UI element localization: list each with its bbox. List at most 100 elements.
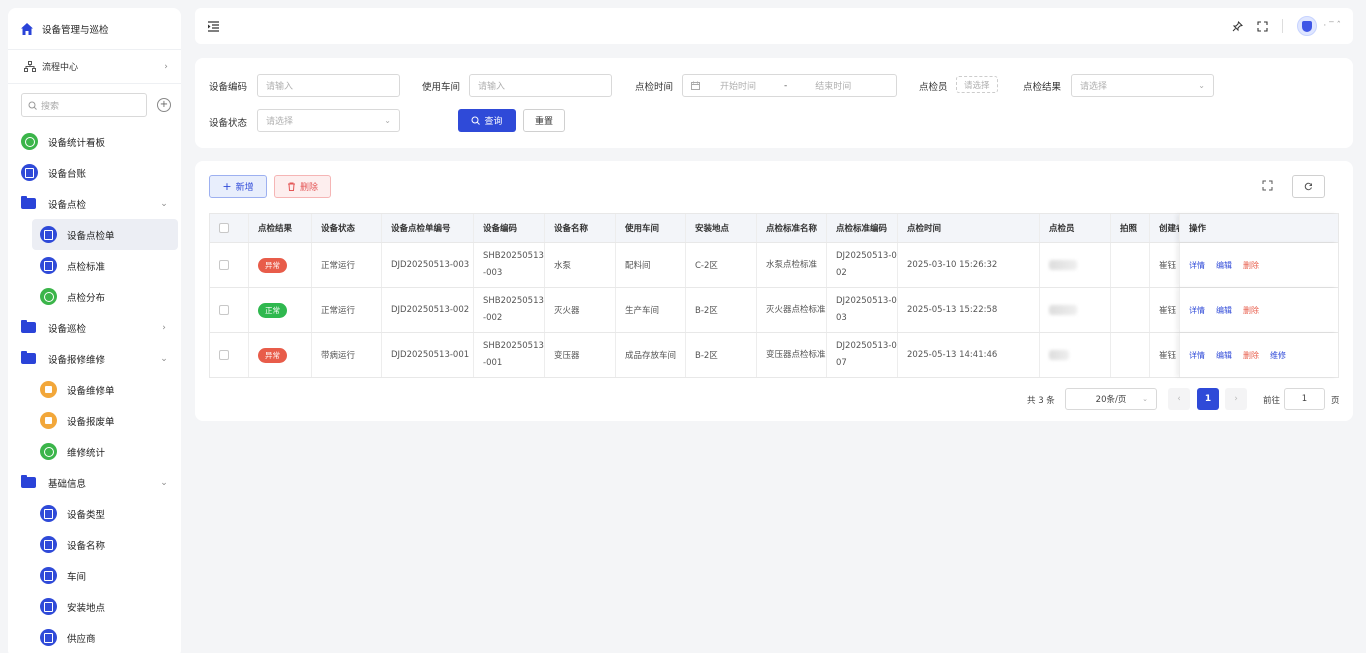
- detail-link[interactable]: 详情: [1189, 350, 1205, 361]
- refresh-button[interactable]: [1292, 175, 1325, 198]
- sidebar-item-repair-order[interactable]: 设备维修单: [8, 374, 181, 405]
- search-input[interactable]: 搜索: [21, 93, 147, 117]
- blurred-name: [1049, 260, 1077, 270]
- document-icon: [21, 164, 38, 181]
- sidebar-item-label: 车间: [67, 571, 87, 583]
- sidebar-group-repair[interactable]: 设备报修维修 ⌄: [8, 343, 181, 374]
- ops-cell: 详情 编辑 删除: [1179, 288, 1338, 332]
- fullscreen-icon[interactable]: [1262, 180, 1273, 191]
- device-name-cell: 水泵: [545, 243, 616, 287]
- org-chart-icon: [24, 61, 36, 72]
- folder-icon: [21, 196, 36, 209]
- row-checkbox[interactable]: [219, 350, 229, 360]
- sidebar-search: 搜索 +: [8, 84, 181, 126]
- document-icon: [40, 226, 57, 243]
- sidebar-item-inspection-standard[interactable]: 点检标准: [8, 250, 181, 281]
- row-checkbox[interactable]: [219, 260, 229, 270]
- sidebar-item-scrap-order[interactable]: 设备报废单: [8, 405, 181, 436]
- device-code-cell: SHB20250513-001: [474, 333, 545, 377]
- sidebar-item-label: 设备点检: [48, 199, 87, 211]
- result-select[interactable]: 请选择 ⌄: [1071, 74, 1214, 97]
- status-badge: 正常: [258, 302, 287, 318]
- select-all-cell: [210, 214, 249, 242]
- photo-cell: [1111, 243, 1150, 287]
- delete-button[interactable]: 删除: [274, 175, 331, 198]
- sidebar-item-label: 设备点检单: [67, 230, 115, 242]
- edit-link[interactable]: 编辑: [1216, 350, 1232, 361]
- goto-page-input[interactable]: 1: [1284, 388, 1325, 410]
- sidebar-item-supplier[interactable]: 供应商: [8, 622, 181, 653]
- delete-link[interactable]: 删除: [1243, 305, 1259, 316]
- page-size-select[interactable]: 20条/页 ⌄: [1065, 388, 1157, 410]
- standard-name-cell: 变压器点检标准: [757, 333, 827, 377]
- detail-link[interactable]: 详情: [1189, 305, 1205, 316]
- table-row[interactable]: 异常 正常运行 DJD20250513-003 SHB20250513-003 …: [210, 243, 1338, 288]
- sidebar-item-inspection-distribution[interactable]: 点检分布: [8, 281, 181, 312]
- sidebar-item-location[interactable]: 安装地点: [8, 591, 181, 622]
- sidebar-header[interactable]: 设备管理与巡检: [8, 8, 181, 50]
- top-bar: · ‾ ˆ: [195, 8, 1353, 44]
- chevron-down-icon: ⌄: [384, 116, 391, 125]
- sidebar-item-device-type[interactable]: 设备类型: [8, 498, 181, 529]
- device-code-cell: SHB20250513-002: [474, 288, 545, 332]
- table-row[interactable]: 正常 正常运行 DJD20250513-002 SHB20250513-002 …: [210, 288, 1338, 333]
- menu-fold-icon[interactable]: [207, 20, 220, 32]
- add-button[interactable]: + 新增: [209, 175, 267, 198]
- chevron-down-icon: ⌄: [160, 198, 168, 209]
- page-number-current[interactable]: 1: [1197, 388, 1219, 410]
- folder-icon: [21, 475, 36, 488]
- repair-link[interactable]: 维修: [1270, 350, 1286, 361]
- chevron-down-icon: ⌄: [1142, 395, 1148, 403]
- stats-icon: [40, 443, 57, 460]
- avatar[interactable]: [1297, 16, 1318, 36]
- prev-page-button[interactable]: ‹: [1168, 388, 1190, 410]
- row-checkbox[interactable]: [219, 305, 229, 315]
- table-row[interactable]: 异常 带病运行 DJD20250513-001 SHB20250513-001 …: [210, 333, 1338, 378]
- device-code-input[interactable]: 请输入: [257, 74, 400, 97]
- pin-icon[interactable]: [1232, 20, 1244, 32]
- document-icon: [40, 257, 57, 274]
- sidebar-item-device-name[interactable]: 设备名称: [8, 529, 181, 560]
- time-range-picker[interactable]: 开始时间 - 结束时间: [682, 74, 897, 97]
- workshop-placeholder: 请输入: [478, 82, 506, 92]
- detail-link[interactable]: 详情: [1189, 260, 1205, 271]
- sidebar-group-patrol[interactable]: 设备巡检 ›: [8, 312, 181, 343]
- sidebar-item-label: 供应商: [67, 633, 96, 645]
- sidebar-group-inspection[interactable]: 设备点检 ⌄: [8, 188, 181, 219]
- user-name-blurred[interactable]: · ‾ ˆ: [1323, 21, 1341, 31]
- edit-link[interactable]: 编辑: [1216, 305, 1232, 316]
- inspector-cell: [1040, 288, 1111, 332]
- location-cell: B-2区: [686, 333, 757, 377]
- sidebar-item-label: 设备类型: [67, 509, 106, 521]
- header-cell: 设备点检单编号: [382, 214, 474, 242]
- sidebar-item-workshop[interactable]: 车间: [8, 560, 181, 591]
- select-all-checkbox[interactable]: [219, 223, 229, 233]
- add-circle-icon[interactable]: +: [157, 98, 171, 112]
- sidebar-item-ledger[interactable]: 设备台账: [8, 157, 181, 188]
- flow-center-item[interactable]: 流程中心 ›: [8, 50, 181, 84]
- delete-link[interactable]: 删除: [1243, 350, 1259, 361]
- ops-cell: 详情 编辑 删除: [1179, 243, 1338, 287]
- workshop-input[interactable]: 请输入: [469, 74, 612, 97]
- inspector-select[interactable]: 请选择: [956, 76, 998, 93]
- edit-link[interactable]: 编辑: [1216, 260, 1232, 271]
- fullscreen-icon[interactable]: [1257, 20, 1268, 32]
- reset-button[interactable]: 重置: [523, 109, 565, 132]
- delete-link[interactable]: 删除: [1243, 260, 1259, 271]
- next-page-button[interactable]: ›: [1225, 388, 1247, 410]
- sidebar-item-inspection-order[interactable]: 设备点检单: [8, 219, 181, 250]
- chevron-right-icon: ›: [164, 61, 168, 72]
- header-cell: 点检标准名称: [757, 214, 827, 242]
- header-cell: 设备编码: [474, 214, 545, 242]
- sidebar-group-basic-info[interactable]: 基础信息 ⌄: [8, 467, 181, 498]
- sidebar-item-dashboard[interactable]: 设备统计看板: [8, 126, 181, 157]
- query-button[interactable]: 查询: [458, 109, 516, 132]
- folder-icon: [21, 320, 36, 333]
- sidebar-item-label: 点检分布: [67, 292, 106, 304]
- sidebar-item-repair-stats[interactable]: 维修统计: [8, 436, 181, 467]
- location-cell: B-2区: [686, 288, 757, 332]
- chevron-down-icon: ⌄: [1198, 81, 1205, 90]
- result-cell: 正常: [249, 288, 312, 332]
- status-select[interactable]: 请选择 ⌄: [257, 109, 400, 132]
- sidebar-item-label: 维修统计: [67, 447, 106, 459]
